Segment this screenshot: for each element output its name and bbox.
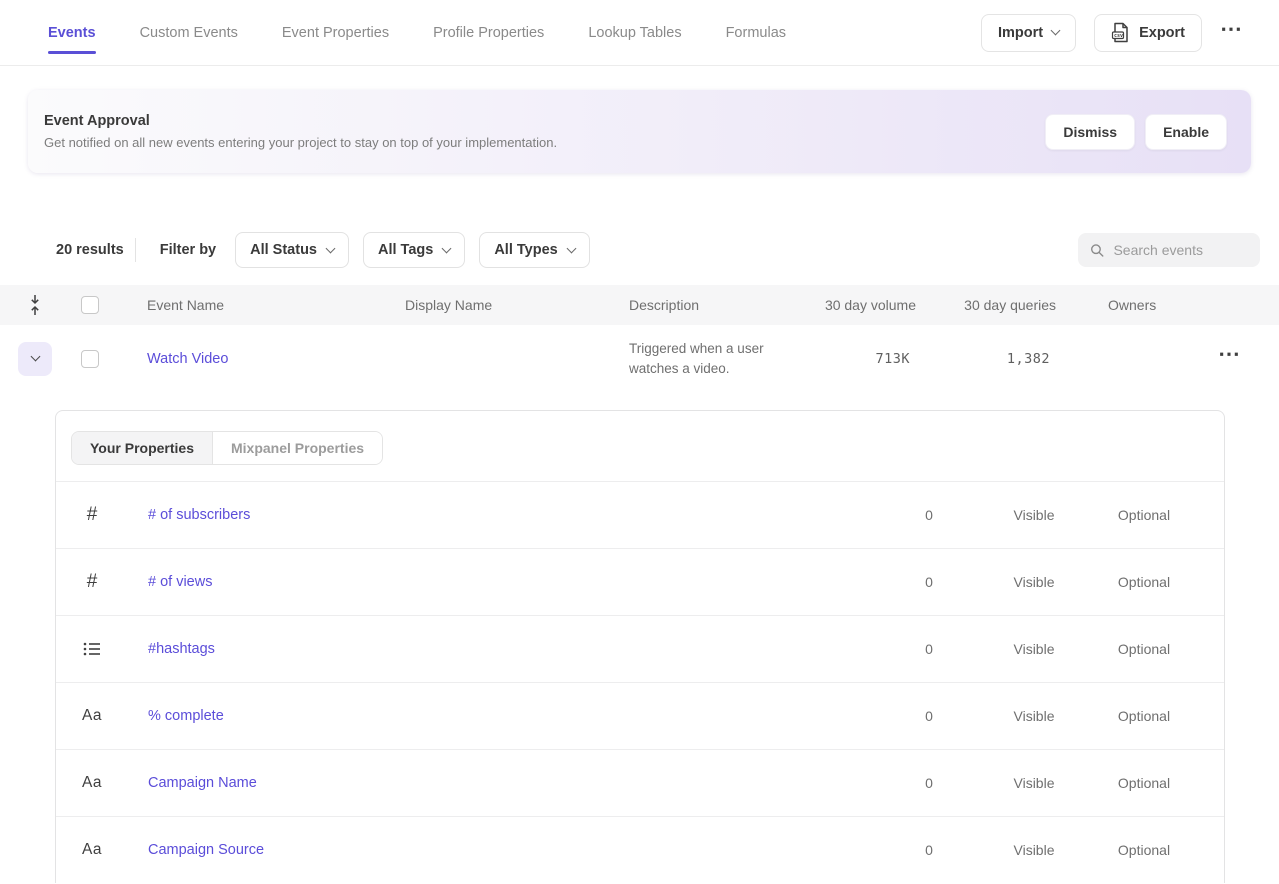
property-queries: 0: [874, 708, 984, 724]
tab-custom-events[interactable]: Custom Events: [140, 25, 238, 41]
property-visibility[interactable]: Visible: [984, 775, 1084, 791]
banner-actions: Dismiss Enable: [1045, 114, 1227, 150]
property-requirement[interactable]: Optional: [1084, 842, 1204, 858]
dismiss-button[interactable]: Dismiss: [1045, 114, 1135, 150]
tab-profile-properties[interactable]: Profile Properties: [433, 25, 544, 41]
column-display-name: Display Name: [405, 297, 629, 313]
event-30-day-volume: 713K: [815, 351, 920, 367]
properties-panel: Your Properties Mixpanel Properties # # …: [55, 410, 1225, 883]
event-30-day-queries: 1,382: [920, 351, 1060, 367]
status-filter-dropdown[interactable]: All Status: [235, 232, 349, 268]
event-row-watch-video: Watch Video Triggered when a user watche…: [0, 325, 1279, 392]
property-visibility[interactable]: Visible: [984, 641, 1084, 657]
column-owners: Owners: [1060, 297, 1180, 313]
chevron-down-icon: [442, 243, 452, 253]
column-event-name: Event Name: [110, 297, 405, 313]
property-queries: 0: [874, 574, 984, 590]
property-requirement[interactable]: Optional: [1084, 641, 1204, 657]
export-button-label: Export: [1139, 25, 1185, 41]
filter-dropdowns: All Status All Tags All Types: [235, 232, 590, 268]
tab-events[interactable]: Events: [48, 25, 96, 41]
property-row: Aa % complete 0 Visible Optional: [56, 682, 1224, 749]
text-icon: Aa: [80, 774, 104, 792]
column-description: Description: [629, 297, 815, 313]
select-all-checkbox[interactable]: [81, 296, 99, 314]
nav-more-button[interactable]: ⋯: [1220, 18, 1243, 48]
property-link[interactable]: Campaign Source: [148, 842, 264, 858]
status-filter-label: All Status: [250, 242, 317, 258]
chevron-down-icon: [566, 243, 576, 253]
property-queries: 0: [874, 775, 984, 791]
enable-button[interactable]: Enable: [1145, 114, 1227, 150]
property-requirement[interactable]: Optional: [1084, 775, 1204, 791]
event-description: Triggered when a user watches a video.: [629, 339, 815, 379]
property-row: #hashtags 0 Visible Optional: [56, 615, 1224, 682]
property-queries: 0: [874, 641, 984, 657]
banner-description: Get notified on all new events entering …: [44, 135, 557, 150]
results-count: 20 results: [56, 242, 124, 258]
tab-formulas[interactable]: Formulas: [726, 25, 786, 41]
event-name-link[interactable]: Watch Video: [147, 351, 228, 367]
property-queries: 0: [874, 842, 984, 858]
svg-text:csv: csv: [1114, 33, 1123, 39]
csv-file-icon: csv: [1111, 22, 1130, 43]
property-visibility[interactable]: Visible: [984, 708, 1084, 724]
tags-filter-dropdown[interactable]: All Tags: [363, 232, 465, 268]
row-more-button[interactable]: ⋯: [1218, 343, 1241, 375]
search-icon: [1090, 242, 1104, 259]
events-table-header: Event Name Display Name Description 30 d…: [0, 285, 1279, 325]
collapse-all-icon[interactable]: [28, 294, 42, 316]
tab-lookup-tables[interactable]: Lookup Tables: [588, 25, 681, 41]
property-row: Aa Campaign Source 0 Visible Optional: [56, 816, 1224, 883]
property-queries: 0: [874, 507, 984, 523]
collapse-row-button[interactable]: [18, 342, 52, 376]
nav-actions: Import csv Export ⋯: [981, 14, 1243, 52]
property-visibility[interactable]: Visible: [984, 507, 1084, 523]
property-visibility[interactable]: Visible: [984, 574, 1084, 590]
property-link[interactable]: Campaign Name: [148, 775, 257, 791]
tab-event-properties[interactable]: Event Properties: [282, 25, 389, 41]
event-approval-banner: Event Approval Get notified on all new e…: [28, 90, 1251, 173]
row-checkbox[interactable]: [81, 350, 99, 368]
chevron-down-icon: [326, 243, 336, 253]
types-filter-dropdown[interactable]: All Types: [479, 232, 589, 268]
export-button[interactable]: csv Export: [1094, 14, 1202, 52]
property-requirement[interactable]: Optional: [1084, 574, 1204, 590]
property-row: # # of subscribers 0 Visible Optional: [56, 481, 1224, 548]
text-icon: Aa: [80, 707, 104, 725]
property-requirement[interactable]: Optional: [1084, 507, 1204, 523]
top-nav: Events Custom Events Event Properties Pr…: [0, 0, 1279, 66]
nav-tabs: Events Custom Events Event Properties Pr…: [48, 25, 786, 41]
list-icon: [80, 641, 104, 657]
import-button-label: Import: [998, 25, 1043, 41]
import-button[interactable]: Import: [981, 14, 1076, 52]
banner-title: Event Approval: [44, 113, 557, 129]
chevron-down-icon: [30, 352, 40, 362]
tab-your-properties[interactable]: Your Properties: [72, 432, 213, 464]
column-30-day-volume: 30 day volume: [815, 297, 920, 313]
banner-text: Event Approval Get notified on all new e…: [44, 113, 557, 150]
search-box[interactable]: [1078, 233, 1260, 267]
search-input[interactable]: [1113, 242, 1248, 258]
chevron-down-icon: [1051, 26, 1061, 36]
tags-filter-label: All Tags: [378, 242, 433, 258]
property-link[interactable]: # of views: [148, 574, 212, 590]
filter-row: 20 results Filter by All Status All Tags…: [0, 232, 1279, 268]
divider: [135, 238, 136, 262]
number-icon: #: [80, 504, 104, 526]
property-row: Aa Campaign Name 0 Visible Optional: [56, 749, 1224, 816]
property-visibility[interactable]: Visible: [984, 842, 1084, 858]
property-link[interactable]: # of subscribers: [148, 507, 250, 523]
number-icon: #: [80, 571, 104, 593]
text-icon: Aa: [80, 841, 104, 859]
column-30-day-queries: 30 day queries: [920, 297, 1060, 313]
tab-mixpanel-properties[interactable]: Mixpanel Properties: [213, 432, 382, 464]
property-link[interactable]: % complete: [148, 708, 224, 724]
property-row: # # of views 0 Visible Optional: [56, 548, 1224, 615]
types-filter-label: All Types: [494, 242, 557, 258]
properties-tabs: Your Properties Mixpanel Properties: [56, 411, 1224, 481]
property-link[interactable]: #hashtags: [148, 641, 215, 657]
property-requirement[interactable]: Optional: [1084, 708, 1204, 724]
filter-by-label: Filter by: [160, 242, 216, 258]
